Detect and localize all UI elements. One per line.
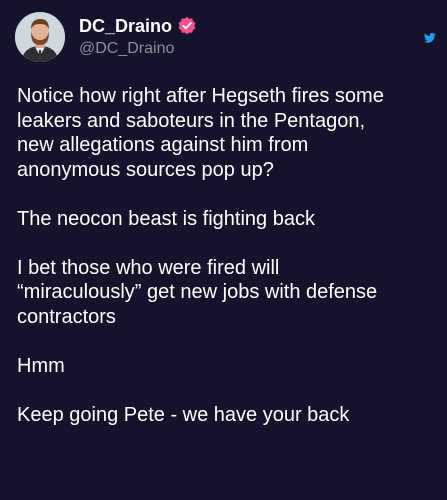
display-name[interactable]: DC_Draino [79, 15, 172, 37]
tweet-paragraph: I bet those who were fired will “miracul… [17, 256, 378, 328]
avatar[interactable] [15, 12, 65, 62]
tweet-paragraph: The neocon beast is fighting back [17, 207, 315, 230]
verified-badge-icon [177, 16, 197, 36]
tweet-card: DC_Draino @DC_Draino Notice how right af… [0, 0, 447, 500]
bird-icon [423, 30, 436, 43]
tweet-paragraph: Hmm [17, 354, 65, 377]
tweet-paragraph: Keep going Pete - we have your back [17, 403, 350, 426]
author-handle[interactable]: @DC_Draino [79, 39, 174, 59]
tweet-paragraph: Notice how right after Hegseth fires som… [17, 85, 384, 181]
tweet-body: Notice how right after Hegseth fires som… [17, 84, 437, 427]
avatar-image [15, 12, 65, 62]
author-name-row: DC_Draino [79, 15, 197, 37]
